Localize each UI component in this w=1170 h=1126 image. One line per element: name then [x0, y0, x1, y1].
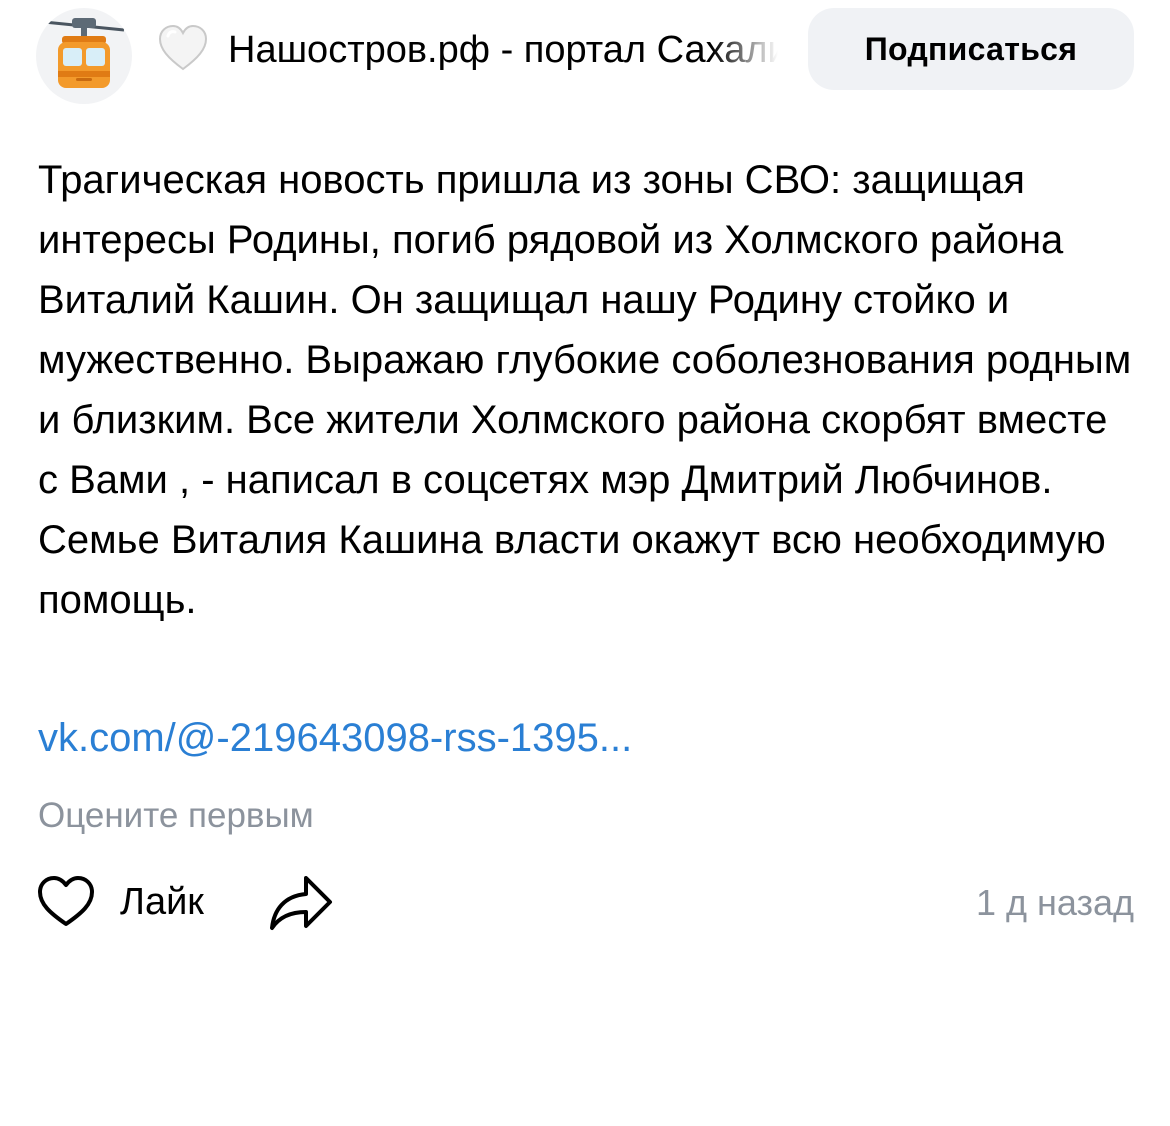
post-text: Трагическая новость пришла из зоны СВО: …	[38, 158, 1132, 622]
post-header: Нашостров.рф - портал Сахалина Подписать…	[0, 0, 1170, 110]
share-arrow-icon[interactable]	[268, 872, 334, 934]
like-label: Лайк	[120, 881, 204, 923]
rate-prompt[interactable]: Оцените первым	[38, 792, 314, 840]
post-timestamp: 1 д назад	[975, 882, 1134, 923]
cable-car-icon	[43, 18, 125, 88]
white-heart-emoji-icon	[158, 24, 208, 71]
post-link[interactable]: vk.com/@-219643098-rss-1395...	[38, 708, 632, 768]
channel-name[interactable]: Нашостров.рф - портал Сахалина	[228, 24, 778, 76]
like-button[interactable]: Лайк	[36, 872, 204, 932]
subscribe-button[interactable]: Подписаться	[808, 8, 1134, 90]
channel-avatar[interactable]	[36, 8, 132, 104]
heart-outline-icon	[38, 876, 94, 926]
